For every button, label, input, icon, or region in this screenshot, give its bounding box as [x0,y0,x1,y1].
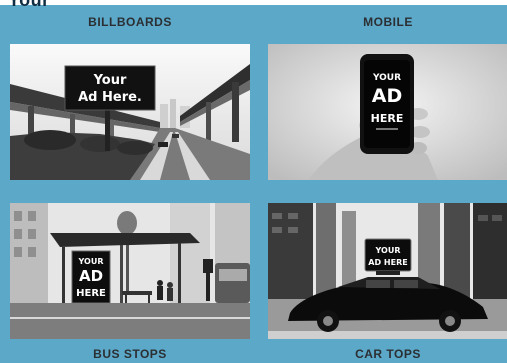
bus-stop-photo: YOUR AD HERE [10,203,250,339]
billboard-photo: Your Ad Here. [10,44,250,180]
car-top-photo: YOUR AD HERE [268,203,507,339]
mobile-ad-line-3: HERE [371,112,404,125]
bus-stop-ad-line-2: AD [79,267,103,285]
cropped-heading: Your [8,0,50,10]
label-bus-stops: BUS STOPS [93,347,167,361]
mobile-scene-image: YOUR AD HERE [268,44,507,180]
mobile-photo: YOUR AD HERE [268,44,507,180]
car-top-ad-line-2: AD HERE [368,258,407,267]
car-top-scene-image: YOUR AD HERE [268,203,507,339]
label-car-tops: CAR TOPS [355,347,421,361]
bus-stop-ad-line-1: YOUR [78,257,104,266]
bus-stop-scene-image: YOUR AD HERE [10,203,250,339]
billboard-scene-image: Your Ad Here. [10,44,250,180]
label-mobile: MOBILE [363,15,413,29]
mobile-ad-line-2: AD [372,85,402,107]
mobile-ad-line-1: YOUR [372,73,401,83]
car-top-ad-line-1: YOUR [375,246,401,255]
billboard-ad-line-2: Ad Here. [78,90,142,105]
ad-placement-collage: Your BILLBOARDS MOBILE BUS STOPS CAR TOP… [0,0,507,363]
label-billboards: BILLBOARDS [88,15,172,29]
billboard-ad-line-1: Your [93,73,127,88]
bus-stop-ad-line-3: HERE [76,288,106,299]
top-strip [0,0,507,5]
